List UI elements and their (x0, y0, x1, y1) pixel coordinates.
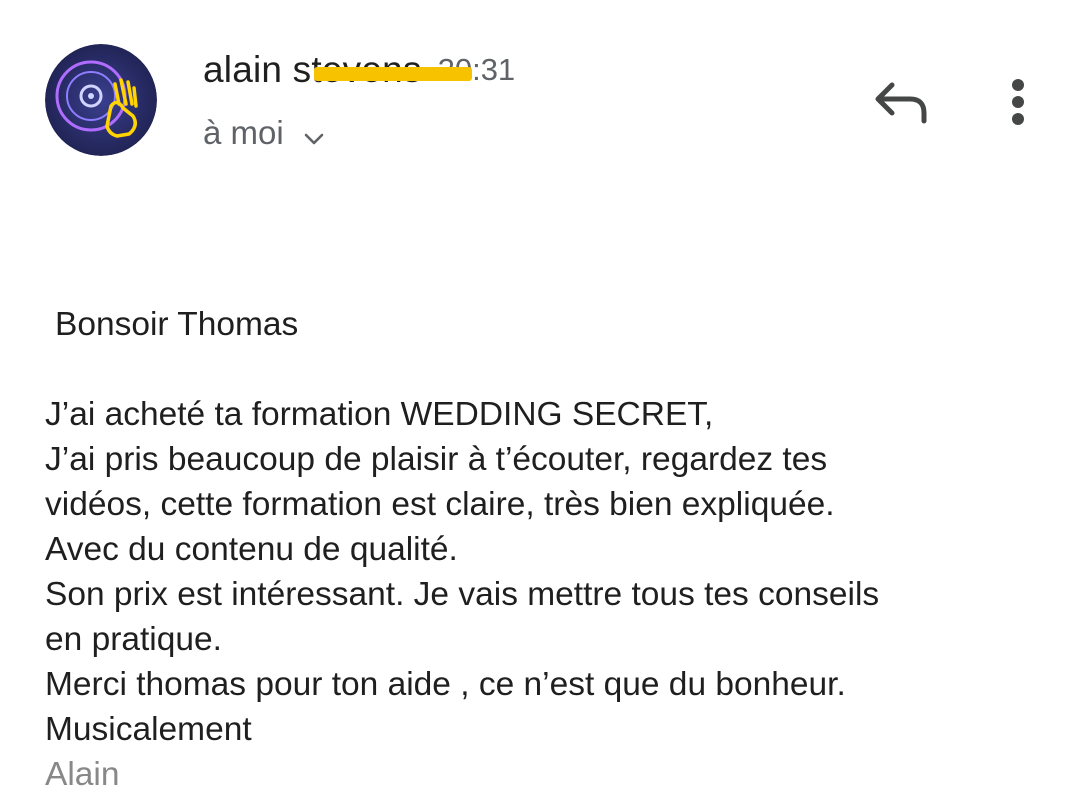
sender-avatar[interactable] (45, 44, 157, 156)
message-line: J’ai acheté ta formation WEDDING SECRET, (45, 396, 714, 433)
reply-icon (875, 82, 927, 124)
redaction-mark (314, 67, 472, 81)
recipient-toggle[interactable]: à moi (203, 110, 326, 156)
message-line: vidéos, cette formation est claire, très… (45, 486, 835, 523)
sender-first-name: alain (203, 49, 283, 90)
message-line: J’ai pris beaucoup de plaisir à t’écoute… (45, 441, 828, 478)
sender-line: alain stevens 20:31 (203, 44, 515, 96)
message-signature: Alain (45, 756, 120, 793)
message-line: Merci thomas pour ton aide , ce n’est qu… (45, 666, 846, 703)
message-greeting: Bonsoir Thomas (55, 306, 299, 343)
message-line: en pratique. (45, 621, 222, 658)
sender-name[interactable]: alain stevens (203, 49, 472, 91)
recipient-label: à moi (203, 114, 284, 151)
message-line: Son prix est intéressant. Je vais mettre… (45, 576, 880, 613)
message-line: Musicalement (45, 711, 252, 748)
chevron-down-icon (302, 121, 326, 145)
reply-button[interactable] (868, 74, 932, 130)
message-body: Bonsoir Thomas J’ai acheté ta formation … (45, 302, 1045, 797)
dj-record-hand-icon (45, 44, 157, 156)
message-line: Avec du contenu de qualité. (45, 531, 458, 568)
more-vert-icon (1012, 79, 1024, 125)
more-options-button[interactable] (996, 72, 1040, 132)
